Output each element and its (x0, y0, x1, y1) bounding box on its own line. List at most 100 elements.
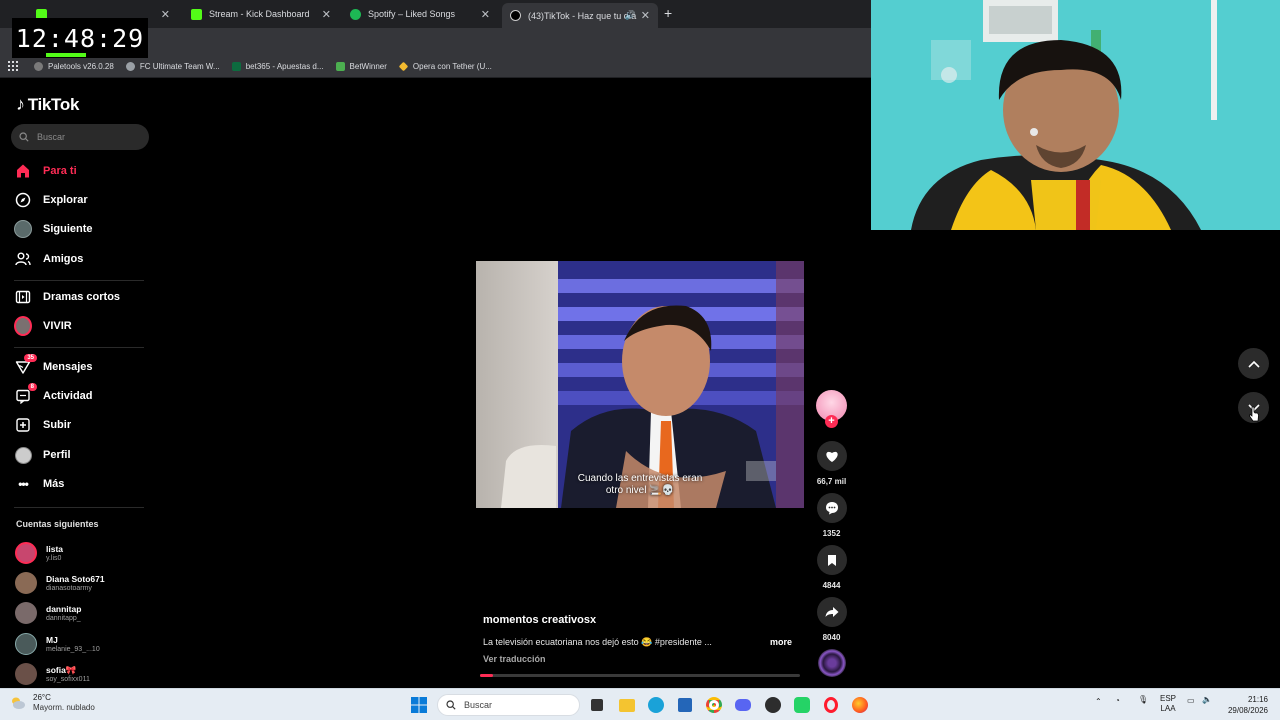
video-player[interactable]: Cuando las entrevistas eran otro nivel 🚬… (476, 261, 804, 508)
save-count: 4844 (822, 581, 841, 590)
music-disc-icon[interactable] (818, 649, 846, 677)
save-action[interactable]: 4844 (816, 545, 847, 590)
tiktok-logo[interactable]: ♪ TikTok (16, 94, 79, 115)
display-icon[interactable]: ▭ (1187, 696, 1195, 705)
following-account[interactable]: Diana Soto671 dianasotoarmy (15, 570, 105, 596)
like-action[interactable]: 66,7 mil (816, 441, 847, 486)
nav-amigos[interactable]: Amigos (14, 248, 154, 270)
windows-start-icon[interactable] (410, 696, 428, 714)
speaker-icon[interactable]: 🔈 (1202, 695, 1212, 704)
nav-para-ti[interactable]: Para ti (14, 160, 154, 182)
video-author[interactable]: momentos creativosx (483, 614, 596, 626)
bookmark-label: FC Ultimate Team W... (139, 61, 220, 71)
follow-button[interactable]: + (825, 415, 838, 428)
following-account[interactable]: lista y.lis0 (15, 540, 63, 566)
video-progress-bar[interactable] (480, 674, 800, 677)
nav-label: Más (43, 478, 65, 490)
nav-label: Amigos (43, 253, 84, 265)
hand-cursor-icon (1249, 406, 1259, 422)
chrome-icon[interactable] (705, 696, 723, 714)
nav-explorar[interactable]: Explorar (14, 189, 154, 211)
tab-kick-dashboard[interactable]: Stream - Kick Dashboard ✕ (183, 3, 339, 25)
bookmark-icon[interactable] (816, 545, 847, 575)
account-username: dianasotoarmy (46, 584, 92, 592)
microphone-icon[interactable]: 🎙 (1138, 695, 1148, 704)
chevron-up-icon[interactable]: ⌃ (1095, 697, 1102, 706)
taskbar-search[interactable]: Buscar (437, 694, 580, 716)
account-name: dannitap (46, 603, 82, 614)
bookmark-betwinner[interactable]: BetWinner (335, 61, 387, 71)
tab-tiktok[interactable]: (43)TikTok - Haz que tu día 🔊 ✕ (502, 3, 658, 28)
nav-actividad[interactable]: 8 Actividad (14, 383, 154, 407)
video-caption: Cuando las entrevistas eran otro nivel 🚬… (476, 473, 804, 497)
bet365-icon (231, 61, 241, 71)
bookmark-fc-ultimate[interactable]: FC Ultimate Team W... (125, 61, 220, 71)
nav-label: Siguiente (43, 223, 93, 235)
network-icon[interactable]: ◔ (1115, 696, 1120, 705)
bookmark-bet365[interactable]: bet365 - Apuestas d... (231, 61, 324, 71)
account-name: lista (46, 543, 64, 554)
comment-count: 1352 (822, 529, 841, 538)
nav-perfil[interactable]: Perfil (14, 444, 154, 466)
account-name: MJ (46, 634, 58, 645)
nav-dramas-cortos[interactable]: Dramas cortos (14, 286, 154, 308)
system-clock[interactable]: 21:16 29/08/2026 (1226, 694, 1268, 716)
heart-icon[interactable] (816, 441, 847, 471)
firefox-icon[interactable] (851, 696, 869, 714)
following-title: Cuentas siguientes (16, 519, 99, 529)
edge-icon[interactable] (647, 696, 665, 714)
taskbar-search-placeholder: Buscar (464, 700, 493, 710)
task-view-icon[interactable] (588, 696, 606, 714)
file-explorer-icon[interactable] (618, 696, 636, 714)
obs-icon[interactable] (764, 696, 782, 714)
comment-action[interactable]: 1352 (816, 493, 847, 538)
following-account[interactable]: sofia🎀 soy_sofixx011 (15, 661, 90, 687)
nav-subir[interactable]: Subir (14, 414, 154, 436)
caption-line: otro nivel 🚬💀 (605, 485, 675, 496)
following-account[interactable]: MJ melanie_93_...10 (15, 631, 100, 657)
bookmarks-bar: Paletools v26.0.28 FC Ultimate Team W...… (0, 55, 871, 78)
discord-icon[interactable] (734, 696, 752, 714)
close-icon[interactable]: ✕ (481, 8, 490, 21)
logo-text: TikTok (27, 94, 80, 114)
more-button[interactable]: more (770, 637, 792, 647)
share-icon[interactable] (816, 597, 847, 627)
nav-siguiente[interactable]: Siguiente (14, 218, 154, 240)
tab-spotify[interactable]: Spotify – Liked Songs ✕ (342, 3, 498, 25)
language-indicator[interactable]: ESP LAA (1160, 694, 1176, 714)
sidebar-divider (14, 507, 144, 508)
tab-label: Spotify – Liked Songs (368, 9, 456, 19)
translate-link[interactable]: Ver traducción (483, 654, 546, 664)
profile-icon (14, 446, 32, 464)
store-icon[interactable] (676, 696, 694, 714)
nav-label: Perfil (43, 449, 71, 461)
nav-mensajes[interactable]: 35 Mensajes (14, 354, 154, 378)
avatar (15, 602, 37, 624)
bookmark-paletools[interactable]: Paletools v26.0.28 (34, 61, 114, 71)
spotify-icon (350, 8, 361, 20)
new-tab-button[interactable]: + (664, 5, 672, 21)
apps-grid-icon[interactable] (8, 61, 18, 71)
nav-vivir[interactable]: VIVIR (14, 315, 154, 337)
comment-icon[interactable] (816, 493, 847, 523)
following-account[interactable]: dannitap dannitapp_ (15, 600, 81, 626)
close-icon[interactable]: ✕ (322, 8, 331, 21)
bookmark-opera-tether[interactable]: Opera con Tether (U... (398, 61, 492, 71)
film-icon (14, 288, 32, 306)
speaker-icon[interactable]: 🔊 (625, 10, 636, 21)
search-input[interactable]: Buscar (11, 124, 149, 150)
close-icon[interactable]: ✕ (161, 8, 170, 21)
previous-video-button[interactable] (1238, 348, 1269, 379)
account-name: sofia🎀 (46, 664, 77, 675)
chevron-up-icon (1247, 360, 1260, 368)
weather-widget[interactable]: 26°C Mayorm. nublado (10, 693, 95, 713)
whatsapp-icon[interactable] (793, 696, 811, 714)
nav-label: Mensajes (43, 361, 93, 373)
avatar-icon (14, 220, 32, 238)
opera-icon[interactable] (822, 696, 840, 714)
nav-mas[interactable]: ••• Más (14, 473, 154, 495)
share-action[interactable]: 8040 (816, 597, 847, 642)
search-icon (19, 132, 29, 142)
messages-icon: 35 (14, 354, 37, 376)
close-icon[interactable]: ✕ (641, 9, 650, 22)
